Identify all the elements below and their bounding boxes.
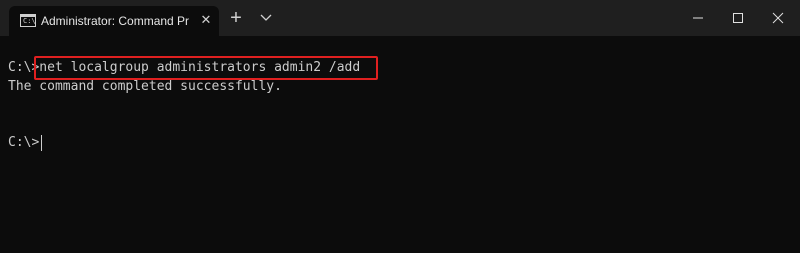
close-icon [772, 12, 784, 24]
prompt-line: C:\> [8, 135, 40, 150]
minimize-button[interactable] [676, 0, 720, 36]
close-window-button[interactable] [756, 0, 800, 36]
command-prompt-icon: C:\ [20, 14, 36, 27]
text-cursor [41, 135, 42, 151]
tab-close-button[interactable]: ✕ [199, 12, 213, 28]
command-highlight-box [34, 56, 378, 80]
minimize-icon [693, 17, 703, 19]
new-tab-button[interactable]: + [226, 8, 246, 28]
maximize-button[interactable] [716, 0, 760, 36]
maximize-icon [733, 13, 743, 23]
command-result: The command completed successfully. [8, 79, 282, 94]
chevron-down-icon [260, 14, 272, 21]
tab-dropdown-button[interactable] [257, 10, 275, 26]
terminal-output[interactable]: C:\>net localgroup administrators admin2… [0, 36, 800, 253]
title-bar: C:\ Administrator: Command Prompt ✕ + [0, 0, 800, 36]
tab-title: Administrator: Command Prompt [41, 14, 189, 28]
tab-command-prompt[interactable]: C:\ Administrator: Command Prompt ✕ [9, 6, 219, 36]
